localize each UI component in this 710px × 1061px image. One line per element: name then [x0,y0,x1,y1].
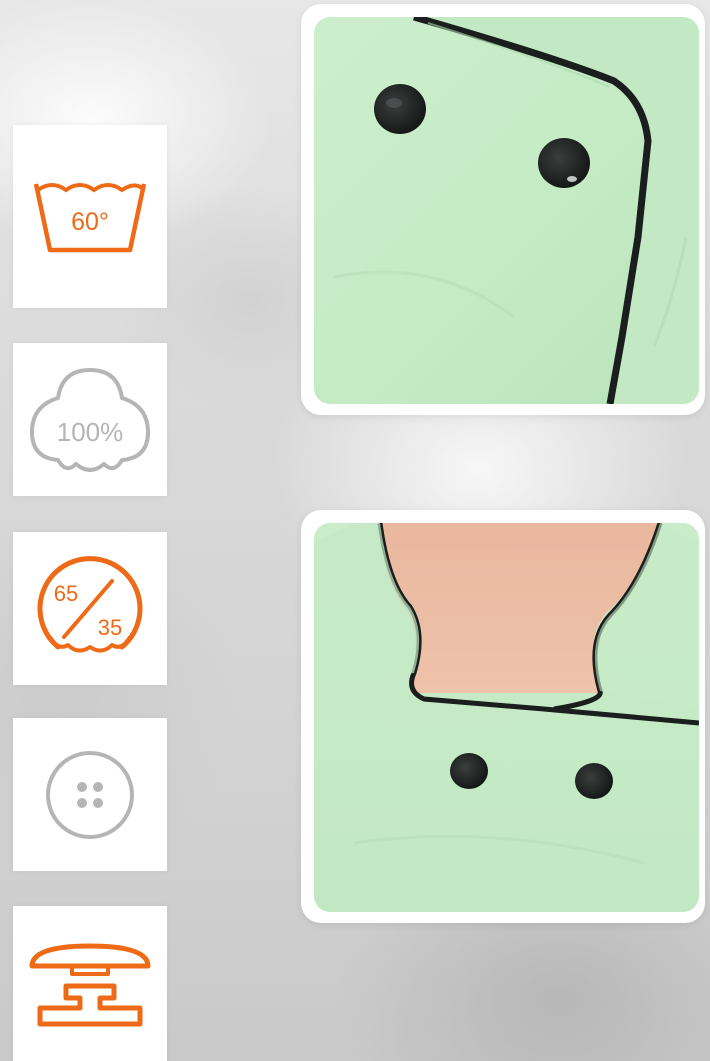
photo-card-buttons [301,4,705,415]
button-tile [13,718,167,871]
wash-temp-label: 60° [71,208,109,236]
cotton-100-icon: 100% [30,367,150,472]
wash-tile: 60° [13,125,167,308]
snap-fastener-icon [29,943,151,1026]
blend-tile: 65 35 [13,532,167,685]
cotton-tile: 100% [13,343,167,496]
blend-top-label: 65 [54,581,78,606]
blend-bottom-label: 35 [98,615,122,640]
wash-60-icon: 60° [34,182,146,252]
jacket-collar-photo [314,523,699,912]
snap-tile [13,906,167,1061]
blend-65-35-icon: 65 35 [37,555,143,652]
photo-card-collar [301,510,705,923]
cotton-percent-label: 100% [57,417,124,447]
button-icon [46,750,134,839]
jacket-front-buttons-photo [314,17,699,404]
